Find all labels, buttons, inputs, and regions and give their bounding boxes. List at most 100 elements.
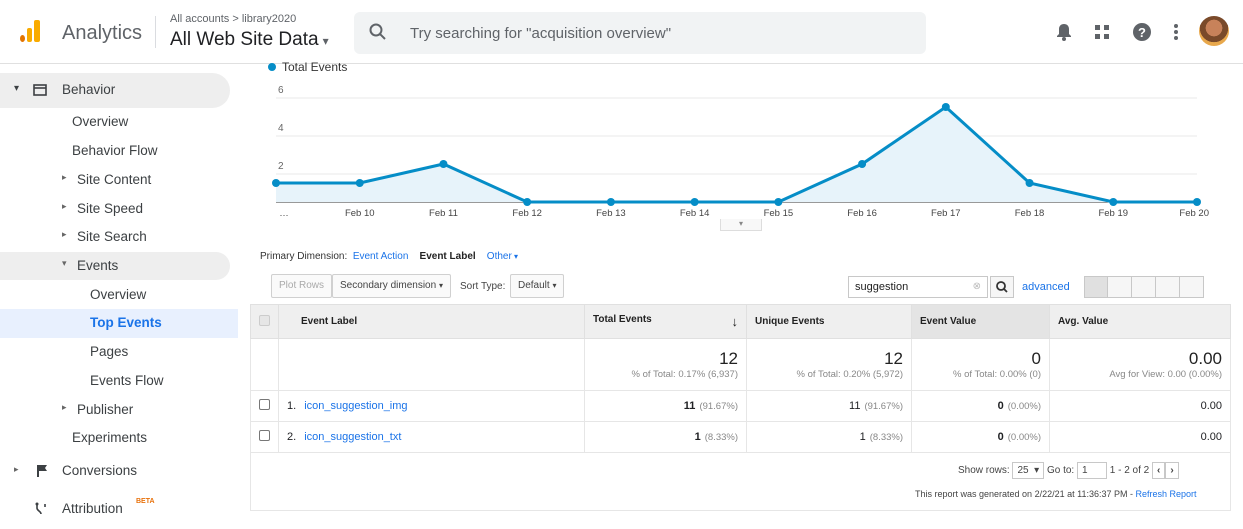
x-tick-label: Feb 17	[931, 208, 961, 219]
x-tick-label: …	[279, 208, 289, 219]
x-tick-label: Feb 19	[1098, 208, 1128, 219]
chevron-down-icon: ▾	[438, 281, 443, 290]
row-unique: 11	[849, 400, 861, 412]
sidebar-item-site-search[interactable]: Site Search	[77, 229, 147, 244]
search-icon	[996, 281, 1008, 293]
dim-event-action[interactable]: Event Action	[353, 251, 409, 262]
row-value: 0	[997, 400, 1004, 412]
col-avg-value[interactable]: Avg. Value	[1049, 304, 1231, 339]
sort-desc-icon: ↓	[731, 314, 739, 329]
row-total: 11	[683, 400, 696, 412]
row-checkbox[interactable]	[259, 430, 270, 441]
table-view-icon[interactable]	[1084, 276, 1108, 298]
refresh-report-link[interactable]: Refresh Report	[1135, 489, 1196, 499]
avg-value-total: 0.00	[1188, 349, 1222, 368]
expand-arrow-icon: ▾	[62, 258, 67, 268]
row-avg: 0.00	[1200, 400, 1222, 412]
sidebar-item-attribution[interactable]: Attribution	[62, 501, 123, 516]
x-tick-label: Feb 11	[429, 208, 458, 219]
sidebar-item-behavior-flow[interactable]: Behavior Flow	[72, 143, 158, 158]
prev-page-button[interactable]: ‹	[1152, 462, 1166, 479]
table-row: 2. icon_suggestion_txt 1 (8.33%) 1 (8.33%) …	[250, 421, 1231, 453]
col-total-events[interactable]: Total Events ↓	[584, 304, 747, 339]
row-avg: 0.00	[1200, 431, 1222, 443]
row-value: 0	[997, 431, 1004, 443]
rows-per-page-value: 25	[1017, 465, 1029, 476]
expand-arrow-icon: ▸	[14, 464, 19, 474]
row-checkbox[interactable]	[259, 399, 270, 410]
unique-events-sub: % of Total: 0.20% (5,972)	[796, 369, 904, 380]
row-total-pct: (8.33%)	[704, 432, 738, 443]
help-icon[interactable]: ?	[1132, 22, 1152, 42]
sort-type-dropdown[interactable]: Default ▾	[510, 274, 565, 298]
primary-dimension-bar: Primary Dimension: Event Action Event La…	[260, 251, 519, 262]
data-point	[355, 179, 364, 187]
sidebar-item-events-flow[interactable]: Events Flow	[90, 373, 164, 388]
search-placeholder: Try searching for "acquisition overview"	[410, 25, 672, 42]
event-value-sub: % of Total: 0.00% (0)	[952, 369, 1041, 380]
row-unique-pct: (91.67%)	[864, 401, 903, 412]
account-breadcrumb[interactable]: All accounts > library2020	[170, 13, 296, 25]
sidebar-item-conversions[interactable]: Conversions	[62, 463, 137, 478]
total-events-total: 12	[719, 349, 738, 368]
primary-dimension-label: Primary Dimension:	[260, 251, 348, 262]
sidebar-item-site-content[interactable]: Site Content	[77, 172, 151, 187]
table-search-input[interactable]: suggestion ⊗	[848, 276, 988, 298]
row-label-link[interactable]: icon_suggestion_txt	[304, 431, 401, 443]
sidebar-item-experiments[interactable]: Experiments	[72, 430, 147, 445]
table-row: 1. icon_suggestion_img 11 (91.67%) 11 (91.6…	[250, 390, 1231, 422]
report-note: This report was generated on 2/22/21 at …	[915, 489, 1197, 499]
table-search-value: suggestion	[855, 281, 909, 293]
sort-type-label: Sort Type:	[460, 281, 506, 292]
sidebar-item-pages[interactable]: Pages	[90, 344, 128, 359]
sidebar-item-site-speed[interactable]: Site Speed	[77, 201, 143, 216]
view-selector[interactable]: All Web Site Data ▾	[170, 29, 329, 51]
table-footer	[250, 451, 1231, 511]
beta-badge: BETA	[136, 498, 155, 505]
rows-per-page-select[interactable]: 25 ▾	[1012, 462, 1045, 479]
more-vert-icon[interactable]	[1166, 22, 1186, 42]
dim-other[interactable]: Other	[487, 251, 512, 262]
expand-arrow-icon: ▾	[14, 83, 20, 94]
col-event-value[interactable]: Event Value	[911, 304, 1050, 339]
dim-event-label[interactable]: Event Label	[420, 251, 476, 262]
comparison-view-icon[interactable]	[1156, 276, 1180, 298]
plot-rows-button[interactable]: Plot Rows	[271, 274, 333, 298]
data-point	[774, 198, 783, 206]
col-unique-events[interactable]: Unique Events	[746, 304, 912, 339]
analytics-logo[interactable]	[20, 20, 42, 42]
pie-view-icon[interactable]	[1108, 276, 1132, 298]
line-chart[interactable]: 2 4 6 … Feb 10 Feb 11 Feb 12 Feb 13 Feb 14 Feb 15…	[250, 58, 1220, 238]
x-tick-label: Feb 18	[1015, 208, 1045, 219]
apps-grid-icon[interactable]	[1092, 22, 1112, 42]
sidebar-item-overview[interactable]: Overview	[72, 114, 128, 129]
select-all-checkbox[interactable]	[259, 314, 270, 326]
series-area	[276, 107, 1197, 202]
data-point	[439, 160, 448, 168]
view-toggle-group	[1084, 276, 1204, 298]
sidebar-item-publisher[interactable]: Publisher	[77, 402, 133, 417]
bell-icon[interactable]	[1054, 22, 1074, 42]
col-total-events-label: Total Events	[593, 314, 652, 325]
data-point	[1109, 198, 1118, 206]
attribution-icon	[35, 502, 46, 515]
secondary-dimension-dropdown[interactable]: Secondary dimension ▾	[332, 274, 451, 298]
performance-view-icon[interactable]	[1132, 276, 1156, 298]
sidebar-item-events-overview[interactable]: Overview	[90, 287, 146, 302]
goto-input[interactable]: 1	[1076, 462, 1107, 479]
avg-value-sub: Avg for View: 0.00 (0.00%)	[1109, 369, 1222, 380]
search-bar[interactable]: Try searching for "acquisition overview"	[354, 12, 926, 54]
pivot-view-icon[interactable]	[1180, 276, 1204, 298]
chart-collapse-handle[interactable]: ▾	[720, 219, 762, 231]
avatar[interactable]	[1199, 16, 1229, 46]
advanced-filter-link[interactable]: advanced	[1022, 281, 1070, 293]
table-search-button[interactable]	[990, 276, 1014, 298]
col-event-label[interactable]: Event Label	[278, 304, 585, 339]
row-label-link[interactable]: icon_suggestion_img	[304, 400, 407, 412]
expand-arrow-icon: ▸	[62, 201, 67, 211]
clear-icon[interactable]: ⊗	[973, 281, 981, 292]
expand-arrow-icon: ▸	[62, 402, 67, 412]
secondary-dimension-label: Secondary dimension	[340, 280, 437, 291]
next-page-button[interactable]: ›	[1165, 462, 1179, 479]
row-index: 1.	[287, 400, 297, 412]
